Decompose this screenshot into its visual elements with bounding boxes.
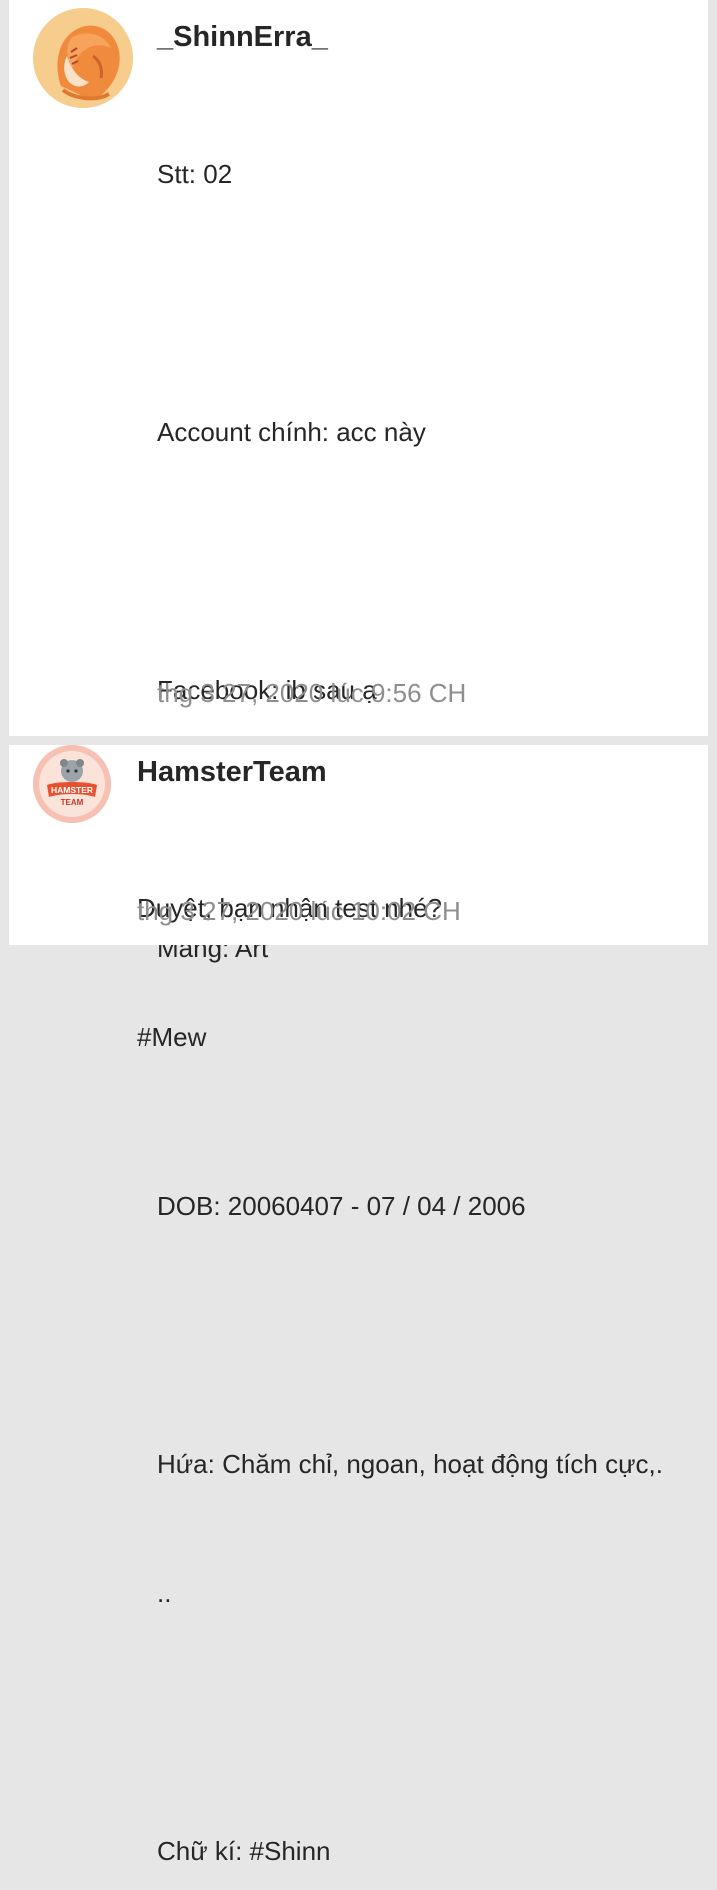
- user-avatar[interactable]: [33, 8, 133, 108]
- user-avatar[interactable]: HAMSTER TEAM: [33, 745, 111, 823]
- comment-line: Hứa: Chăm chỉ, ngoan, hoạt động tích cực…: [157, 1449, 663, 1479]
- anime-character-icon: [33, 8, 133, 108]
- comment-line: [157, 1314, 705, 1357]
- username[interactable]: HamsterTeam: [137, 756, 327, 789]
- username[interactable]: _ShinnErra_: [157, 21, 328, 54]
- comment-card: _ShinnErra_ Stt: 02 Account chính: acc n…: [9, 0, 708, 1866]
- comment-line: Account chính: acc này: [157, 417, 426, 447]
- comment-body: Duyệt, bạn nhận test nhé? #Mew: [137, 801, 697, 1145]
- comment-timestamp: thg 3 27, 2020 lúc 9:56 CH: [157, 678, 467, 708]
- comment-card: HAMSTER TEAM HamsterTeam Duyệt, bạn nhận…: [9, 745, 708, 1052]
- svg-text:HAMSTER: HAMSTER: [51, 785, 93, 795]
- comment-line: Stt: 02: [157, 159, 233, 189]
- comment-line: DOB: 20060407 - 07 / 04 / 2006: [157, 1191, 526, 1221]
- comment-line: Chữ kí: #Shinn: [157, 1836, 331, 1866]
- comment-line: ..: [157, 1578, 172, 1608]
- comment-timestamp: thg 3 27, 2020 lúc 10:02 CH: [137, 896, 461, 926]
- comment-line: [157, 282, 705, 325]
- hamster-logo-icon: HAMSTER TEAM: [33, 745, 111, 823]
- svg-text:TEAM: TEAM: [61, 798, 84, 807]
- comment-line: [157, 540, 705, 583]
- comment-line: [157, 1701, 705, 1744]
- comment-line: #Mew: [137, 1022, 207, 1052]
